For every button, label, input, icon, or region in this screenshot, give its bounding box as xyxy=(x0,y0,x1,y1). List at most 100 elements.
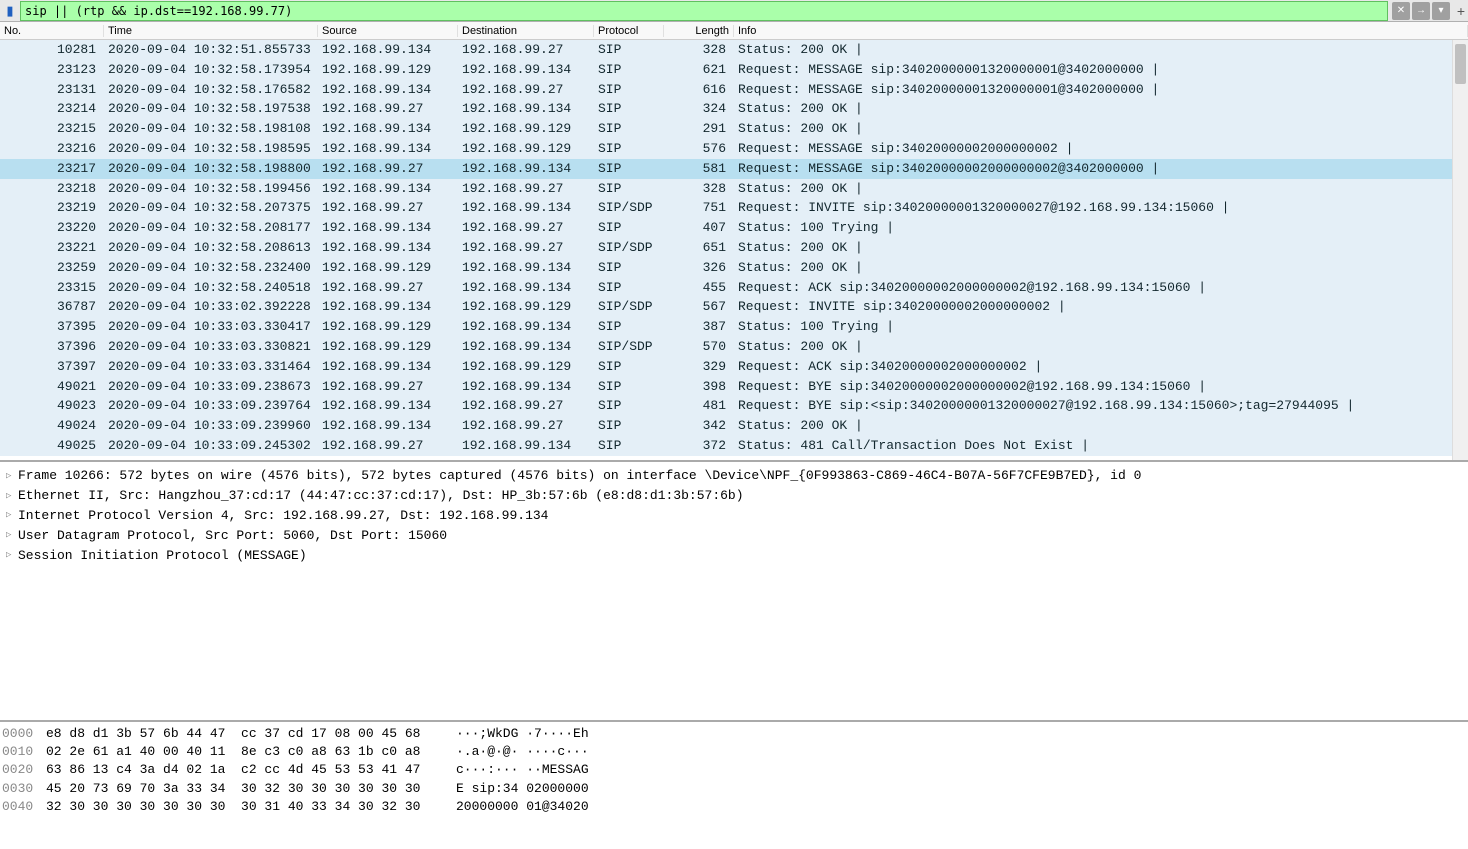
cell-info: Request: ACK sip:34020000002000000002 | xyxy=(734,357,1468,377)
packet-row[interactable]: 102812020-09-04 10:32:51.855733192.168.9… xyxy=(0,40,1468,60)
cell-info: Status: 200 OK | xyxy=(734,179,1468,199)
packet-row[interactable]: 232172020-09-04 10:32:58.198800192.168.9… xyxy=(0,159,1468,179)
cell-info: Request: MESSAGE sip:3402000000132000000… xyxy=(734,80,1468,100)
hex-ascii: ···;WkDG ·7····Eh xyxy=(456,726,589,744)
packet-row[interactable]: 490252020-09-04 10:33:09.245302192.168.9… xyxy=(0,436,1468,456)
hex-row[interactable]: 003045 20 73 69 70 3a 33 34 30 32 30 30 … xyxy=(2,781,1466,799)
packet-row[interactable]: 233152020-09-04 10:32:58.240518192.168.9… xyxy=(0,278,1468,298)
detail-tree-item[interactable]: ▷User Datagram Protocol, Src Port: 5060,… xyxy=(2,525,1466,545)
cell-destination: 192.168.99.129 xyxy=(458,119,594,139)
cell-protocol: SIP xyxy=(594,80,664,100)
col-header-info[interactable]: Info xyxy=(734,25,1468,37)
cell-info: Request: BYE sip:34020000002000000002@19… xyxy=(734,377,1468,397)
detail-tree-item[interactable]: ▷Session Initiation Protocol (MESSAGE) xyxy=(2,545,1466,565)
hex-row[interactable]: 004032 30 30 30 30 30 30 30 30 31 40 33 … xyxy=(2,799,1466,817)
cell-protocol: SIP xyxy=(594,377,664,397)
packet-row[interactable]: 490212020-09-04 10:33:09.238673192.168.9… xyxy=(0,377,1468,397)
cell-no: 23218 xyxy=(0,179,104,199)
hex-row[interactable]: 002063 86 13 c4 3a d4 02 1a c2 cc 4d 45 … xyxy=(2,762,1466,780)
cell-time: 2020-09-04 10:32:58.208177 xyxy=(104,218,318,238)
hex-bytes: 32 30 30 30 30 30 30 30 30 31 40 33 34 3… xyxy=(46,799,456,817)
cell-destination: 192.168.99.134 xyxy=(458,159,594,179)
cell-info: Request: BYE sip:<sip:340200000013200000… xyxy=(734,396,1468,416)
cell-protocol: SIP xyxy=(594,99,664,119)
cell-time: 2020-09-04 10:33:09.238673 xyxy=(104,377,318,397)
tree-expand-icon[interactable]: ▷ xyxy=(6,530,18,540)
packet-row[interactable]: 232152020-09-04 10:32:58.198108192.168.9… xyxy=(0,119,1468,139)
detail-tree-item[interactable]: ▷Internet Protocol Version 4, Src: 192.1… xyxy=(2,506,1466,526)
packet-row[interactable]: 373972020-09-04 10:33:03.331464192.168.9… xyxy=(0,357,1468,377)
hex-row[interactable]: 001002 2e 61 a1 40 00 40 11 8e c3 c0 a8 … xyxy=(2,744,1466,762)
cell-protocol: SIP/SDP xyxy=(594,238,664,258)
cell-info: Status: 200 OK | xyxy=(734,337,1468,357)
filter-dropdown-icon[interactable]: ▾ xyxy=(1432,2,1450,20)
packet-row[interactable]: 232182020-09-04 10:32:58.199456192.168.9… xyxy=(0,179,1468,199)
packet-scrollbar[interactable] xyxy=(1452,40,1468,460)
bookmark-icon[interactable]: ▮ xyxy=(0,1,20,21)
packet-row[interactable]: 490242020-09-04 10:33:09.239960192.168.9… xyxy=(0,416,1468,436)
cell-source: 192.168.99.129 xyxy=(318,60,458,80)
cell-protocol: SIP xyxy=(594,278,664,298)
tree-expand-icon[interactable]: ▷ xyxy=(6,550,18,560)
detail-tree-item[interactable]: ▷Frame 10266: 572 bytes on wire (4576 bi… xyxy=(2,466,1466,486)
cell-destination: 192.168.99.27 xyxy=(458,179,594,199)
packet-row[interactable]: 231312020-09-04 10:32:58.176582192.168.9… xyxy=(0,80,1468,100)
col-header-protocol[interactable]: Protocol xyxy=(594,25,664,37)
cell-length: 326 xyxy=(664,258,734,278)
cell-length: 387 xyxy=(664,317,734,337)
col-header-no[interactable]: No. xyxy=(0,25,104,37)
cell-source: 192.168.99.129 xyxy=(318,317,458,337)
tree-expand-icon[interactable]: ▷ xyxy=(6,510,18,520)
packet-row[interactable]: 232212020-09-04 10:32:58.208613192.168.9… xyxy=(0,238,1468,258)
col-header-source[interactable]: Source xyxy=(318,25,458,37)
cell-no: 37397 xyxy=(0,357,104,377)
tree-expand-icon[interactable]: ▷ xyxy=(6,471,18,481)
packet-list-pane: No. Time Source Destination Protocol Len… xyxy=(0,22,1468,462)
detail-tree-item[interactable]: ▷Ethernet II, Src: Hangzhou_37:cd:17 (44… xyxy=(2,486,1466,506)
packet-row[interactable]: 232202020-09-04 10:32:58.208177192.168.9… xyxy=(0,218,1468,238)
cell-info: Request: MESSAGE sip:3402000000200000000… xyxy=(734,139,1468,159)
cell-source: 192.168.99.134 xyxy=(318,40,458,60)
cell-destination: 192.168.99.129 xyxy=(458,297,594,317)
packet-row[interactable]: 232592020-09-04 10:32:58.232400192.168.9… xyxy=(0,258,1468,278)
packet-row[interactable]: 373962020-09-04 10:33:03.330821192.168.9… xyxy=(0,337,1468,357)
tree-expand-icon[interactable]: ▷ xyxy=(6,491,18,501)
cell-source: 192.168.99.134 xyxy=(318,218,458,238)
cell-protocol: SIP/SDP xyxy=(594,198,664,218)
display-filter-input[interactable] xyxy=(20,1,1388,21)
add-filter-icon[interactable]: + xyxy=(1454,3,1468,19)
col-header-destination[interactable]: Destination xyxy=(458,25,594,37)
packet-row[interactable]: 231232020-09-04 10:32:58.173954192.168.9… xyxy=(0,60,1468,80)
packet-row[interactable]: 373952020-09-04 10:33:03.330417192.168.9… xyxy=(0,317,1468,337)
packet-bytes-pane: 0000e8 d8 d1 3b 57 6b 44 47 cc 37 cd 17 … xyxy=(0,722,1468,849)
cell-source: 192.168.99.134 xyxy=(318,396,458,416)
packet-row[interactable]: 232192020-09-04 10:32:58.207375192.168.9… xyxy=(0,198,1468,218)
cell-info: Request: MESSAGE sip:3402000000132000000… xyxy=(734,60,1468,80)
cell-no: 23315 xyxy=(0,278,104,298)
filter-controls: ✕ → ▾ xyxy=(1388,2,1454,20)
cell-source: 192.168.99.134 xyxy=(318,179,458,199)
cell-destination: 192.168.99.134 xyxy=(458,198,594,218)
packet-row[interactable]: 232162020-09-04 10:32:58.198595192.168.9… xyxy=(0,139,1468,159)
cell-length: 398 xyxy=(664,377,734,397)
col-header-time[interactable]: Time xyxy=(104,25,318,37)
cell-source: 192.168.99.129 xyxy=(318,337,458,357)
cell-source: 192.168.99.134 xyxy=(318,297,458,317)
cell-length: 291 xyxy=(664,119,734,139)
packet-list-header[interactable]: No. Time Source Destination Protocol Len… xyxy=(0,22,1468,40)
cell-time: 2020-09-04 10:33:03.331464 xyxy=(104,357,318,377)
hex-row[interactable]: 0000e8 d8 d1 3b 57 6b 44 47 cc 37 cd 17 … xyxy=(2,726,1466,744)
col-header-length[interactable]: Length xyxy=(664,25,734,37)
scrollbar-thumb[interactable] xyxy=(1455,44,1466,84)
packet-row[interactable]: 367872020-09-04 10:33:02.392228192.168.9… xyxy=(0,297,1468,317)
packet-row[interactable]: 490232020-09-04 10:33:09.239764192.168.9… xyxy=(0,396,1468,416)
clear-filter-icon[interactable]: ✕ xyxy=(1392,2,1410,20)
cell-no: 23217 xyxy=(0,159,104,179)
hex-offset: 0010 xyxy=(2,744,46,762)
packet-row[interactable]: 232142020-09-04 10:32:58.197538192.168.9… xyxy=(0,99,1468,119)
cell-length: 570 xyxy=(664,337,734,357)
cell-info: Status: 200 OK | xyxy=(734,258,1468,278)
cell-info: Status: 100 Trying | xyxy=(734,218,1468,238)
apply-filter-icon[interactable]: → xyxy=(1412,2,1430,20)
cell-time: 2020-09-04 10:32:58.197538 xyxy=(104,99,318,119)
